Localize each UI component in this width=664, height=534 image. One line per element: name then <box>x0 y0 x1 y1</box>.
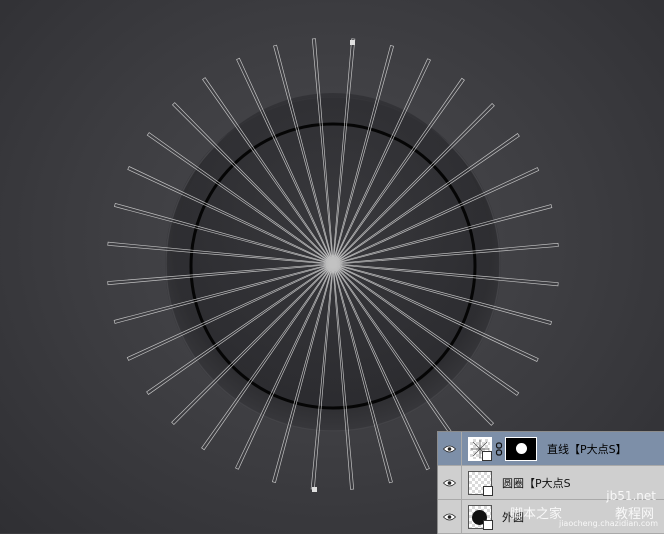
layer-thumbnail[interactable] <box>468 471 492 495</box>
layer-name[interactable]: 直线【P大点S】 <box>547 441 627 457</box>
layer-name[interactable]: 外圆 <box>502 509 524 525</box>
shape-layer-icon <box>482 451 492 461</box>
shape-layer-icon <box>483 520 493 530</box>
layer-mask-thumbnail[interactable] <box>505 437 537 461</box>
eye-icon <box>443 445 456 453</box>
mask-circle-icon <box>516 443 527 454</box>
layer-thumbnail[interactable] <box>468 505 492 529</box>
layer-row-circle[interactable]: 圆圈【P大点S <box>438 466 664 500</box>
eye-icon <box>443 513 456 521</box>
visibility-toggle[interactable] <box>438 500 462 533</box>
visibility-toggle[interactable] <box>438 466 462 499</box>
chain-link-icon[interactable] <box>495 442 503 456</box>
inner-circle <box>176 93 490 407</box>
eye-icon <box>443 479 456 487</box>
bottom-handle[interactable] <box>312 487 317 492</box>
visibility-toggle[interactable] <box>438 432 462 465</box>
layers-panel: 直线【P大点S】 圆圈【P大点S 外圆 <box>437 431 664 534</box>
center-hub <box>326 257 340 271</box>
shape-layer-icon <box>483 486 493 496</box>
layer-row-lines[interactable]: 直线【P大点S】 <box>438 432 664 466</box>
top-handle[interactable] <box>350 40 355 45</box>
layer-name[interactable]: 圆圈【P大点S <box>502 475 571 491</box>
layer-thumbnail[interactable] <box>468 437 492 461</box>
layer-row-outer-circle[interactable]: 外圆 <box>438 500 664 534</box>
